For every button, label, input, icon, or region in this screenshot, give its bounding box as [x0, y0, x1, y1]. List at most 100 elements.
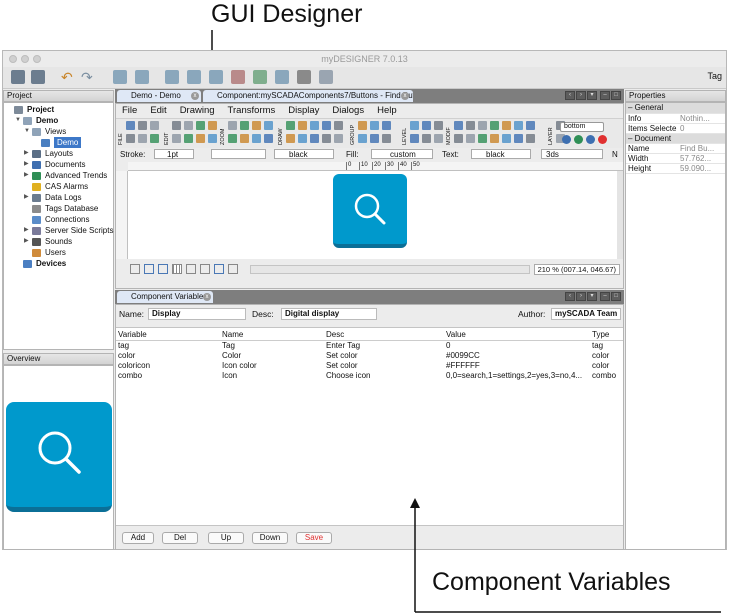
save-all-icon[interactable]: [31, 70, 45, 84]
tab-prev-icon[interactable]: ‹: [565, 91, 575, 100]
tab-list-icon[interactable]: ▾: [587, 292, 597, 301]
column-header[interactable]: Name: [220, 330, 324, 340]
fit-icon[interactable]: [228, 264, 238, 274]
tool-icon[interactable]: [502, 121, 511, 130]
tree-item[interactable]: ▶ Documents: [6, 159, 113, 170]
tree-item[interactable]: Users: [6, 247, 113, 258]
tool-icon[interactable]: [478, 134, 487, 143]
pointer-icon[interactable]: [214, 264, 224, 274]
property-value[interactable]: 57.762...: [678, 153, 725, 164]
column-header[interactable]: Desc: [324, 330, 444, 340]
expand-arrow-icon[interactable]: ▶: [24, 192, 32, 203]
stroke-color-select[interactable]: black: [274, 149, 334, 159]
tool-icon[interactable]: [358, 134, 367, 143]
tool-icon[interactable]: [310, 134, 319, 143]
overview-component-preview[interactable]: [6, 402, 112, 512]
close-icon[interactable]: x: [401, 92, 409, 100]
tree-item[interactable]: CAS Alarms: [6, 181, 113, 192]
tool-icon[interactable]: [422, 121, 431, 130]
tree-item[interactable]: Demo: [6, 137, 113, 148]
column-header[interactable]: Variable: [116, 330, 220, 340]
stroke-width-select[interactable]: 1pt: [154, 149, 194, 159]
property-value[interactable]: Nothin...: [678, 113, 725, 124]
tool-icon[interactable]: [334, 121, 343, 130]
expand-arrow-icon[interactable]: ▼: [24, 126, 32, 137]
property-value[interactable]: 0: [678, 123, 725, 134]
tree-item[interactable]: ▶ Advanced Trends: [6, 170, 113, 181]
view-edit-icon[interactable]: [187, 70, 201, 84]
save-icon[interactable]: [11, 70, 25, 84]
view-run-icon[interactable]: [253, 70, 267, 84]
tool-icon[interactable]: [208, 134, 217, 143]
layer-tool-icon[interactable]: [562, 135, 571, 144]
snap-icon[interactable]: [144, 264, 154, 274]
tool-icon[interactable]: [264, 134, 273, 143]
view-copy-icon[interactable]: [209, 70, 223, 84]
redo-icon[interactable]: ↷: [81, 70, 95, 84]
view-delete-icon[interactable]: [231, 70, 245, 84]
tree-item[interactable]: Devices: [6, 258, 113, 269]
tool-icon[interactable]: [370, 121, 379, 130]
tool-icon[interactable]: [514, 121, 523, 130]
menu-item[interactable]: Drawing: [180, 105, 215, 116]
tool-icon[interactable]: [150, 134, 159, 143]
tool-icon[interactable]: [252, 134, 261, 143]
desc-field[interactable]: Digital display: [281, 308, 377, 320]
tool-icon[interactable]: [172, 121, 181, 130]
tree-item[interactable]: ▶ Sounds: [6, 236, 113, 247]
table-row[interactable]: color Color Set color #0099CC color: [116, 350, 623, 360]
canvas-horizontal-scrollbar[interactable]: [250, 265, 530, 274]
property-row[interactable]: Items Selecte 0: [626, 123, 725, 134]
frame-icon[interactable]: [186, 264, 196, 274]
up-button[interactable]: Up: [208, 532, 244, 544]
property-row[interactable]: Height 59.090...: [626, 163, 725, 174]
tab-prev-icon[interactable]: ‹: [565, 292, 575, 301]
tool-icon[interactable]: [228, 121, 237, 130]
tool-icon[interactable]: [322, 134, 331, 143]
tool-icon[interactable]: [502, 134, 511, 143]
expand-arrow-icon[interactable]: ▶: [24, 148, 32, 159]
close-icon[interactable]: x: [203, 293, 211, 301]
tool-icon[interactable]: [370, 134, 379, 143]
font-select[interactable]: 3ds: [541, 149, 603, 159]
tool-icon[interactable]: [454, 134, 463, 143]
tool-icon[interactable]: [526, 121, 535, 130]
tab-component[interactable]: Component:mySCADAComponents7/Buttons - F…: [203, 90, 413, 102]
expand-arrow-icon[interactable]: ▶: [24, 236, 32, 247]
collapse-icon[interactable]: –: [628, 103, 635, 112]
collapse-icon[interactable]: –: [628, 134, 635, 143]
table-row[interactable]: tag Tag Enter Tag 0 tag: [116, 340, 623, 350]
tool-icon[interactable]: [514, 134, 523, 143]
import-icon[interactable]: [113, 70, 127, 84]
tool-icon[interactable]: [228, 134, 237, 143]
tool-icon[interactable]: [184, 134, 193, 143]
tool-icon[interactable]: [126, 134, 135, 143]
tool-icon[interactable]: [322, 121, 331, 130]
layers-icon[interactable]: [319, 70, 333, 84]
down-button[interactable]: Down: [252, 532, 288, 544]
print-icon[interactable]: [297, 70, 311, 84]
tool-icon[interactable]: [252, 121, 261, 130]
delete-button[interactable]: Del: [162, 532, 198, 544]
menu-item[interactable]: Edit: [150, 105, 166, 116]
tool-icon[interactable]: [434, 121, 443, 130]
undo-icon[interactable]: ↶: [61, 70, 75, 84]
tool-icon[interactable]: [138, 121, 147, 130]
tool-icon[interactable]: [434, 134, 443, 143]
tool-icon[interactable]: [138, 134, 147, 143]
minimize-icon[interactable]: –: [600, 292, 610, 301]
tool-icon[interactable]: [410, 121, 419, 130]
tool-icon[interactable]: [286, 134, 295, 143]
tree-item[interactable]: ▼ Views: [6, 126, 113, 137]
tool-icon[interactable]: [310, 121, 319, 130]
tab-next-icon[interactable]: ›: [576, 91, 586, 100]
grid-icon[interactable]: [130, 264, 140, 274]
menu-item[interactable]: Dialogs: [332, 105, 364, 116]
tool-icon[interactable]: [286, 121, 295, 130]
tool-icon[interactable]: [382, 134, 391, 143]
tab-component-variables[interactable]: Component Variables x: [117, 291, 213, 303]
text-color-select[interactable]: black: [471, 149, 531, 159]
tool-icon[interactable]: [196, 134, 205, 143]
tab-next-icon[interactable]: ›: [576, 292, 586, 301]
column-header[interactable]: Value: [444, 330, 590, 340]
